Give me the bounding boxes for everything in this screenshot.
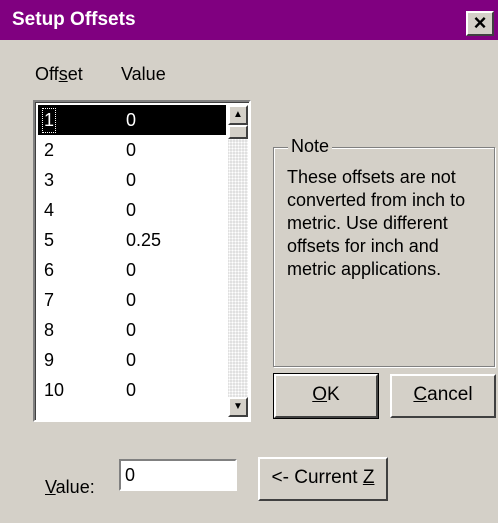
offset-column-header: Offset — [35, 64, 83, 85]
offsets-rows: 1 0 2 0 3 0 4 0 5 0.25 6 0 7 0 8 0 9 0 10 0 — [38, 105, 226, 405]
listbox-scrollbar[interactable]: ▲ ▼ — [228, 105, 248, 417]
offset-header-label: Offset — [35, 64, 83, 84]
offset-number: 2 — [44, 140, 55, 160]
value-input[interactable] — [119, 459, 237, 491]
list-item[interactable]: 90 — [38, 345, 226, 375]
offset-number: 6 — [44, 260, 55, 280]
note-legend: Note — [288, 136, 333, 157]
list-item[interactable]: 60 — [38, 255, 226, 285]
value-header-label: Value — [121, 64, 166, 84]
value-field-label: Value: — [45, 477, 95, 497]
ok-button[interactable]: OK — [273, 373, 379, 419]
scroll-up-button[interactable]: ▲ — [228, 105, 248, 125]
offset-number: 3 — [44, 170, 55, 190]
triangle-down-icon: ▼ — [233, 401, 243, 412]
window-title: Setup Offsets — [12, 9, 136, 30]
offset-value: 0 — [126, 260, 137, 280]
close-icon: × — [473, 10, 487, 35]
title-bar[interactable]: Setup Offsets × — [0, 0, 498, 40]
list-item[interactable]: 10 0 — [38, 375, 226, 405]
offset-value: 0 — [126, 200, 137, 220]
offset-value: 0 — [126, 380, 137, 400]
offset-value: 0 — [126, 320, 137, 340]
list-item[interactable]: 70 — [38, 285, 226, 315]
offset-value: 0 — [126, 140, 137, 160]
listbox-frame: 1 0 2 0 3 0 4 0 5 0.25 6 0 7 0 8 0 9 0 10 0 ▲ ▼ — [35, 102, 249, 420]
note-text: These offsets are not converted from inc… — [287, 167, 466, 279]
offsets-listbox[interactable]: 1 0 2 0 3 0 4 0 5 0.25 6 0 7 0 8 0 9 0 10 0 ▲ ▼ — [33, 100, 251, 422]
offset-value: 0 — [126, 350, 137, 370]
offset-value: 0 — [126, 110, 137, 130]
offset-value: 0 — [126, 170, 137, 190]
offset-number: 1 — [41, 108, 57, 133]
current-z-button-label: <- Current Z — [271, 467, 375, 488]
note-groupbox: Note These offsets are not converted fro… — [273, 136, 495, 367]
ok-button-label: OK — [312, 384, 340, 405]
offset-number: 7 — [44, 290, 55, 310]
offset-number: 8 — [44, 320, 55, 340]
cancel-button[interactable]: Cancel — [390, 374, 496, 418]
offset-value: 0 — [126, 290, 137, 310]
offset-number: 9 — [44, 350, 55, 370]
close-button[interactable]: × — [466, 11, 494, 36]
scroll-down-button[interactable]: ▼ — [228, 397, 248, 417]
list-item[interactable]: 40 — [38, 195, 226, 225]
list-item[interactable]: 5 0.25 — [38, 225, 226, 255]
list-item[interactable]: 80 — [38, 315, 226, 345]
scroll-thumb[interactable] — [228, 125, 248, 139]
cancel-button-label: Cancel — [413, 384, 473, 405]
list-item[interactable]: 10 — [38, 105, 226, 135]
offset-number: 10 — [44, 380, 65, 400]
list-item[interactable]: 20 — [38, 135, 226, 165]
value-column-header: Value — [121, 64, 166, 85]
current-z-button[interactable]: <- Current Z — [258, 457, 388, 501]
triangle-up-icon: ▲ — [233, 109, 243, 120]
offset-number: 5 — [44, 230, 55, 250]
list-item[interactable]: 30 — [38, 165, 226, 195]
offset-number: 4 — [44, 200, 55, 220]
offset-value: 0.25 — [126, 230, 162, 250]
setup-offsets-dialog: Setup Offsets × Offset Value 1 0 2 0 3 0 4 0 5 0.… — [0, 0, 498, 523]
